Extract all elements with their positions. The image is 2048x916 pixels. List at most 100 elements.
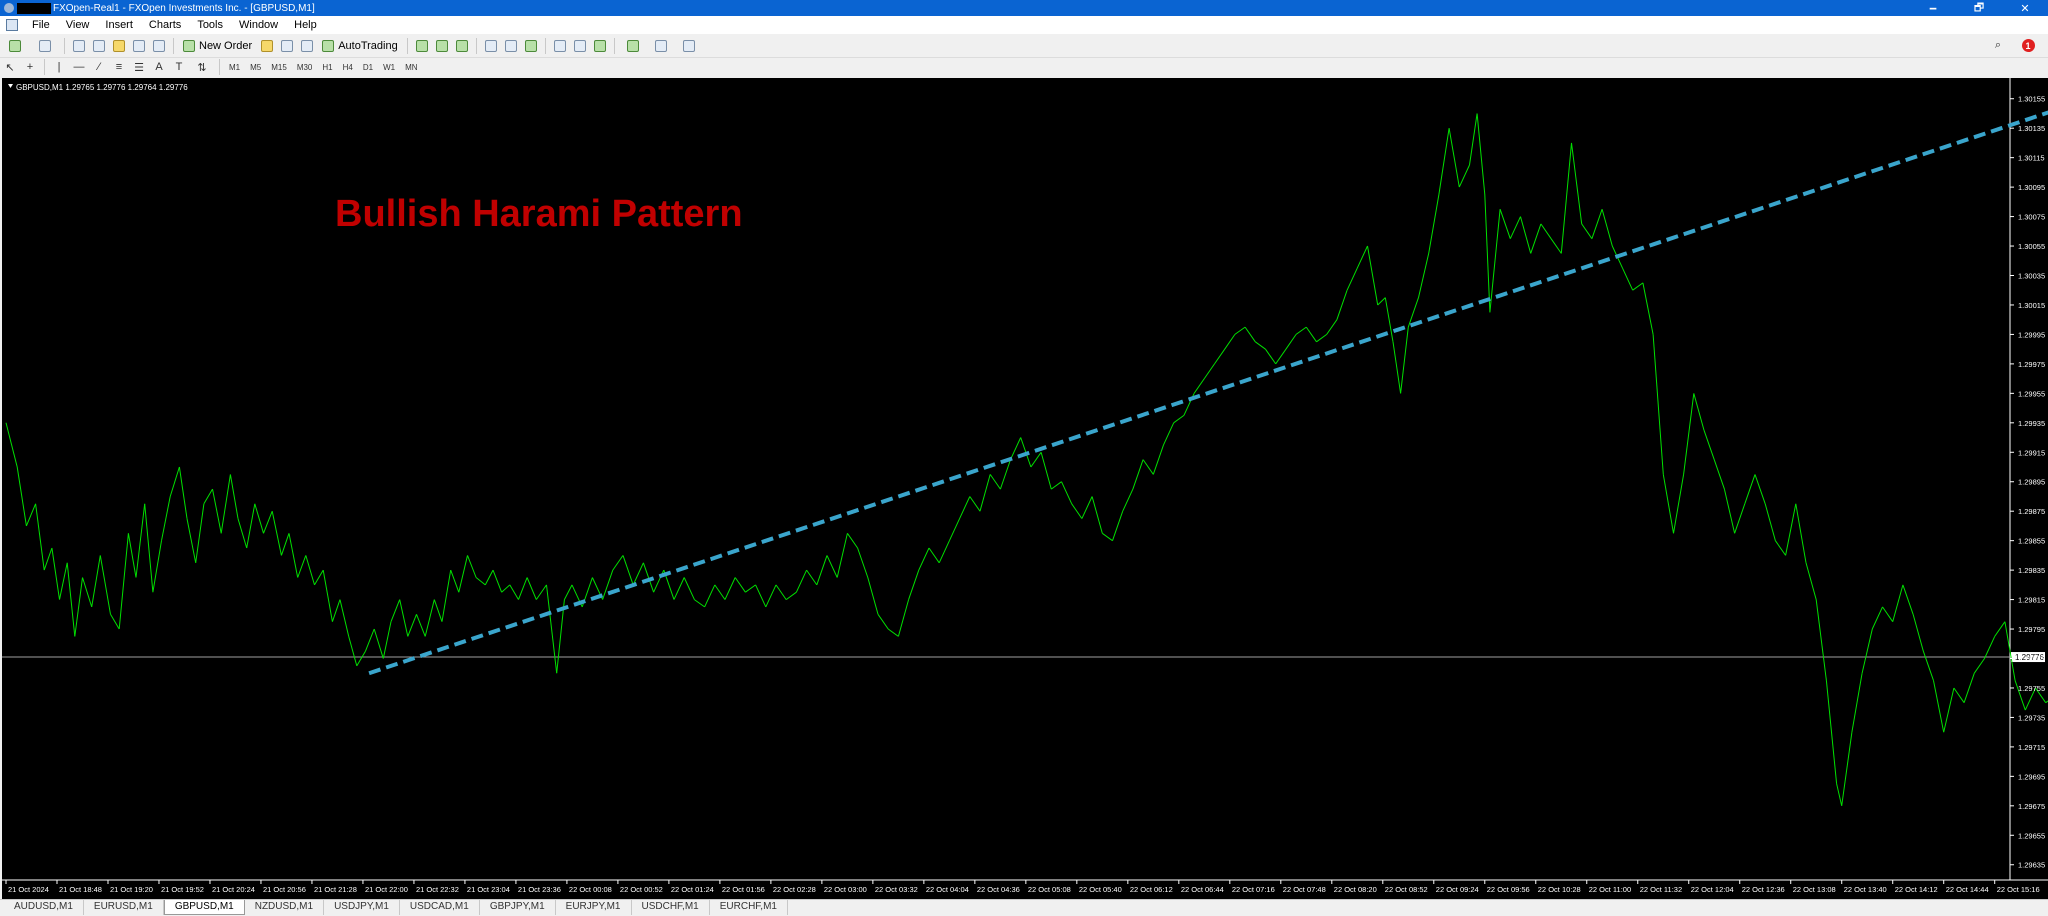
chart-tab-nzdusd-m1[interactable]: NZDUSD,M1 [245,900,325,915]
text-label-icon[interactable]: T [169,58,189,76]
chart-tab-gbpusd-m1[interactable]: GBPUSD,M1 [163,900,245,915]
vertical-line-icon[interactable]: | [49,58,69,76]
x-tick-label: 21 Oct 20:24 [212,885,255,894]
fibonacci-icon[interactable]: ☰ [129,58,149,76]
y-tick-label: 1.29895 [2018,478,2045,487]
bar-chart-icon[interactable] [412,37,432,55]
minimize-button[interactable]: 🗕 [1910,0,1956,16]
price-chart[interactable]: 1.29776 1.301551.301351.301151.300951.30… [2,78,2048,899]
price-segment [1428,194,1440,254]
periods-icon[interactable] [647,37,675,55]
strategy-tester-icon[interactable] [149,37,169,55]
trend-line[interactable] [368,104,2048,676]
chart-tab-audusd-m1[interactable]: AUDUSD,M1 [4,900,84,915]
templates-icon[interactable] [675,37,703,55]
terminal-icon[interactable] [129,37,149,55]
price-segment [99,555,111,615]
y-tick-label: 1.30115 [2018,154,2045,163]
timeframe-d1[interactable]: D1 [358,63,378,72]
cursor-icon[interactable]: ↖ [0,58,20,76]
price-segment [724,577,736,600]
signals-icon[interactable] [277,37,297,55]
navigator-icon[interactable] [109,37,129,55]
price-segment [1265,348,1277,365]
y-tick-label: 1.29675 [2018,802,2045,811]
price-segment [1642,282,1654,335]
price-segment [563,584,573,600]
price-segment [546,584,558,674]
price-segment [928,547,940,564]
arrows-icon[interactable]: ⇅ [189,58,215,76]
market-icon[interactable] [297,37,317,55]
chart-tab-usdchf-m1[interactable]: USDCHF,M1 [632,900,710,915]
notifications-icon[interactable]: 1 [2018,37,2038,55]
price-segment [467,555,477,578]
price-segment [288,533,299,578]
price-segment [1152,444,1164,475]
search-icon[interactable]: ⌕ [1988,37,2008,55]
tile-windows-icon[interactable] [521,37,541,55]
candlesticks-icon[interactable] [432,37,452,55]
chart-shift-icon[interactable] [550,37,570,55]
x-tick-label: 22 Oct 04:36 [977,885,1020,894]
timeframe-m1[interactable]: M1 [224,63,245,72]
indicators-list-icon[interactable] [619,37,647,55]
chart-tab-eurjpy-m1[interactable]: EURJPY,M1 [556,900,632,915]
market-watch-icon[interactable] [69,37,89,55]
metaeditor-icon[interactable] [257,37,277,55]
price-segment [1963,673,1975,703]
menu-window[interactable]: Window [231,19,286,31]
price-segment [1356,245,1368,269]
y-tick-label: 1.29795 [2018,625,2045,634]
horizontal-line-icon[interactable]: — [69,58,89,76]
price-segment [1744,474,1756,504]
price-segment [897,599,910,637]
autotrading-button[interactable]: AutoTrading [317,36,403,56]
y-tick-label: 1.29715 [2018,743,2045,752]
timeframe-h4[interactable]: H4 [338,63,358,72]
price-segment [704,584,716,608]
timeframe-mn[interactable]: MN [400,63,422,72]
data-window-icon[interactable] [89,37,109,55]
chart-info-triangle-icon[interactable] [8,84,13,88]
auto-scroll-icon[interactable] [570,37,590,55]
price-segment [1902,584,1914,615]
x-tick-label: 22 Oct 13:08 [1793,885,1836,894]
timeframe-h1[interactable]: H1 [317,63,337,72]
timeframe-m30[interactable]: M30 [292,63,318,72]
y-tick-label: 1.29855 [2018,537,2045,546]
text-icon[interactable]: A [149,58,169,76]
line-chart-icon[interactable] [452,37,472,55]
zoom-out-icon[interactable] [501,37,521,55]
timeframe-w1[interactable]: W1 [378,63,400,72]
timeframe-m15[interactable]: M15 [266,63,292,72]
profiles-icon[interactable] [30,37,60,55]
price-segment [1774,540,1787,556]
new-chart-icon[interactable] [0,37,30,55]
trendline-icon[interactable]: ⁄ [89,58,109,76]
chart-window[interactable]: 1.29776 1.30155 1.30135 1.30115 1.30095 1.30… [2,78,2048,899]
close-button[interactable]: ✕ [2002,0,2048,16]
price-segment [1683,393,1695,475]
crosshair-icon[interactable]: + [20,58,40,76]
new-order-button[interactable]: New Order [178,36,257,56]
maximize-button[interactable]: 🗗 [1956,0,2002,16]
zoom-in-icon[interactable] [481,37,501,55]
indicators-icon[interactable] [590,37,610,55]
menu-file[interactable]: File [24,19,58,31]
timeframe-m5[interactable]: M5 [245,63,266,72]
menu-tools[interactable]: Tools [189,19,231,31]
chart-window-icon[interactable] [6,19,18,31]
price-segment [1571,142,1583,224]
channel-icon[interactable]: ≡ [109,58,129,76]
chart-tab-eurchf-m1[interactable]: EURCHF,M1 [710,900,788,915]
price-segment [1652,334,1664,475]
chart-tab-eurusd-m1[interactable]: EURUSD,M1 [84,900,164,915]
menu-view[interactable]: View [58,19,98,31]
menu-insert[interactable]: Insert [97,19,141,31]
menu-help[interactable]: Help [286,19,325,31]
menu-charts[interactable]: Charts [141,19,189,31]
chart-tab-usdcad-m1[interactable]: USDCAD,M1 [400,900,480,915]
chart-tab-gbpjpy-m1[interactable]: GBPJPY,M1 [480,900,556,915]
chart-tab-usdjpy-m1[interactable]: USDJPY,M1 [324,900,400,915]
